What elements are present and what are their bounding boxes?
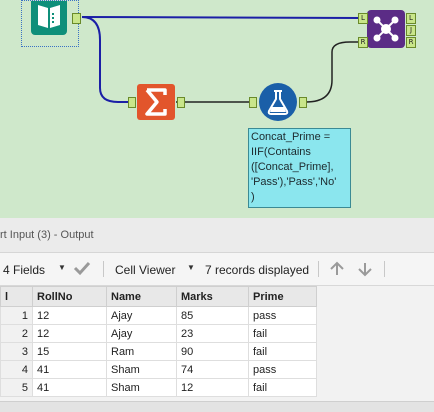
cell-marks[interactable]: 85 [176,306,249,325]
cell-prime[interactable]: pass [248,360,317,379]
cell-rollno[interactable]: 41 [32,378,107,397]
row-number: 2 [0,324,33,343]
chevron-down-icon[interactable]: ▼ [187,263,195,272]
flask-icon [259,83,297,121]
table-row[interactable]: 4 41 Sham 74 pass [0,360,317,379]
rownum-header[interactable]: l [0,286,33,307]
annotation-line: Concat_Prime = [251,131,331,143]
table-row[interactable]: 5 41 Sham 12 fail [0,378,317,397]
formula-input-anchor[interactable] [249,97,257,108]
join-left-output-anchor[interactable]: L [406,13,416,24]
row-number: 5 [0,378,33,397]
cell-prime[interactable]: fail [248,342,317,361]
chevron-down-icon[interactable]: ▼ [58,263,66,272]
results-toolbar: 4 Fields ▼ Cell Viewer ▼ 7 records displ… [0,253,434,286]
wire-input-to-union [81,16,363,19]
join-tool[interactable] [367,10,405,48]
checkmark-icon[interactable] [73,260,91,281]
workflow-canvas[interactable]: L R L J R Concat_Prime = IIF(Contains ([… [0,0,434,218]
row-number: 4 [0,360,33,379]
cell-name[interactable]: Ram [106,342,177,361]
join-left-input-anchor[interactable]: L [358,13,368,24]
cell-prime[interactable]: fail [248,378,317,397]
table-row[interactable]: 1 12 Ajay 85 pass [0,306,317,325]
column-header-prime[interactable]: Prime [248,286,317,307]
join-inner-output-anchor[interactable]: J [406,25,416,36]
cell-name[interactable]: Ajay [106,306,177,325]
cell-marks[interactable]: 12 [176,378,249,397]
annotation-line: IIF(Contains [251,146,311,158]
column-header-name[interactable]: Name [106,286,177,307]
results-window: rt Input (3) - Output 4 Fields ▼ Cell Vi… [0,218,434,412]
results-title-bar: rt Input (3) - Output [0,218,434,253]
cell-viewer-dropdown[interactable]: Cell Viewer [115,263,175,277]
table-row[interactable]: 3 15 Ram 90 fail [0,342,317,361]
summarize-input-anchor[interactable] [128,97,136,108]
annotation-line: ) [251,191,255,203]
wire-input-to-summarize [81,16,130,103]
cell-name[interactable]: Sham [106,360,177,379]
column-header-marks[interactable]: Marks [176,286,249,307]
row-number: 1 [0,306,33,325]
sigma-icon [137,84,175,120]
column-header-rollno[interactable]: RollNo [32,286,107,307]
toolbar-divider [103,261,104,277]
join-right-input-anchor[interactable]: R [358,37,368,48]
horizontal-scrollbar[interactable] [0,401,434,412]
join-right-output-anchor[interactable]: R [406,37,416,48]
summarize-tool[interactable] [137,84,175,120]
results-title: rt Input (3) - Output [0,229,94,241]
results-table: l RollNo Name Marks Prime 1 12 Ajay 85 p… [0,286,317,397]
input-data-tool[interactable] [21,0,81,47]
cell-name[interactable]: Ajay [106,324,177,343]
cell-rollno[interactable]: 41 [32,360,107,379]
cell-marks[interactable]: 23 [176,324,249,343]
cell-marks[interactable]: 74 [176,360,249,379]
cell-rollno[interactable]: 12 [32,324,107,343]
row-number: 3 [0,342,33,361]
toolbar-divider [384,261,385,277]
annotation-line: 'Pass'),'Pass','No' [251,176,337,188]
table-header-row: l RollNo Name Marks Prime [0,286,317,307]
cell-prime[interactable]: pass [248,306,317,325]
toolbar-divider [318,261,319,277]
summarize-output-anchor[interactable] [177,97,185,108]
book-icon [31,1,67,35]
table-row[interactable]: 2 12 Ajay 23 fail [0,324,317,343]
cell-prime[interactable]: fail [248,324,317,343]
records-count: 7 records displayed [205,263,310,277]
wire-formula-to-union [305,41,362,103]
formula-annotation: Concat_Prime = IIF(Contains ([Concat_Pri… [248,128,351,208]
join-icon [367,10,405,48]
fields-dropdown[interactable]: 4 Fields [3,263,45,277]
arrow-up-icon[interactable] [328,261,346,282]
cell-rollno[interactable]: 15 [32,342,107,361]
cell-name[interactable]: Sham [106,378,177,397]
output-anchor[interactable] [72,13,81,24]
cell-rollno[interactable]: 12 [32,306,107,325]
formula-output-anchor[interactable] [299,97,307,108]
annotation-line: ([Concat_Prime], [251,161,334,173]
cell-marks[interactable]: 90 [176,342,249,361]
arrow-down-icon[interactable] [356,261,374,282]
formula-tool[interactable] [259,83,297,121]
